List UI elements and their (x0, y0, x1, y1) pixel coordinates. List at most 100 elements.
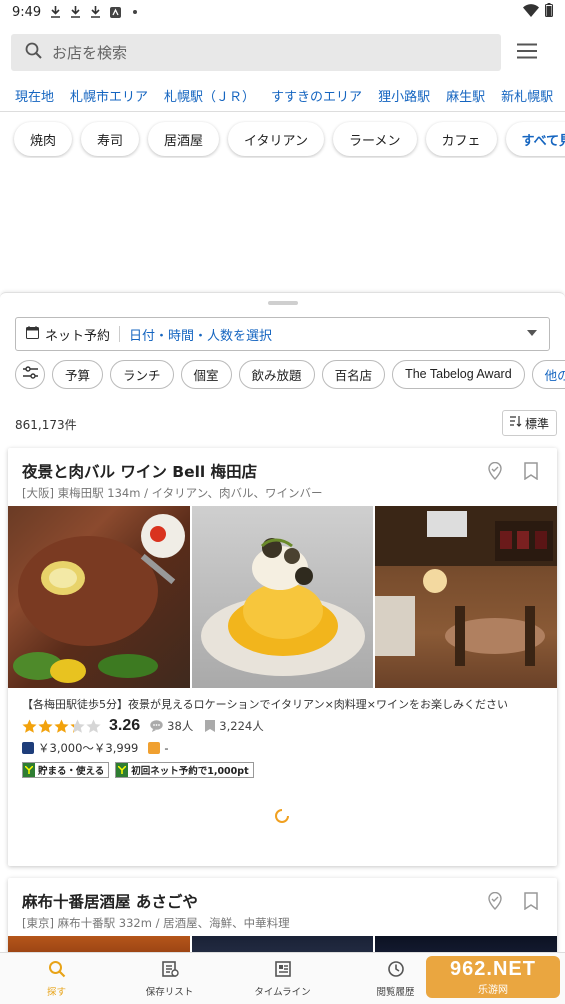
reservation-selector[interactable]: ネット予約 日付・時間・人数を選択 (15, 317, 550, 351)
filter-chip-lunch[interactable]: ランチ (110, 359, 174, 389)
points-icon (116, 763, 129, 777)
search-input[interactable]: お店を検索 (11, 34, 501, 71)
lunch-price: - (164, 741, 169, 755)
nav-history-label: 閲覧履歴 (376, 986, 415, 998)
restaurant-name[interactable]: 夜景と肉バル ワイン Bell 梅田店 (22, 460, 257, 482)
nav-saved-list[interactable]: 保存リスト (113, 953, 226, 1004)
reservation-label: ネット予約 (45, 328, 111, 344)
search-icon (25, 42, 42, 63)
star-icon (70, 719, 85, 733)
nav-search[interactable]: 探す (0, 953, 113, 1004)
filter-chip-hyakumeiten[interactable]: 百名店 (321, 359, 386, 389)
results-sheet: ネット予約 日付・時間・人数を選択 予算 ランチ 個室 飲み放題 百名店 The… (0, 292, 565, 968)
points-tag: 貯まる・使える (22, 762, 110, 778)
reservation-select-text: 日付・時間・人数を選択 (129, 328, 273, 344)
filter-chips: 予算 ランチ 個室 飲み放題 百名店 The Tabelog Award 他の検… (15, 359, 565, 389)
saved-count: 3,224人 (219, 719, 264, 733)
restaurant-photos[interactable] (8, 506, 558, 688)
filter-chip-tabelog-award[interactable]: The Tabelog Award (392, 359, 525, 389)
restaurant-card[interactable]: 夜景と肉バル ワイン Bell 梅田店 [大阪] 東梅田駅 134m / イタリ… (8, 448, 558, 866)
hamburger-icon (517, 43, 537, 63)
lunch-icon (148, 742, 161, 754)
search-icon (48, 960, 66, 981)
area-links: 現在地 札幌市エリア 札幌駅（ＪＲ） すすきのエリア 狸小路駅 麻生駅 新札幌駅 (0, 80, 565, 112)
went-pin-icon[interactable] (486, 461, 504, 480)
dot-icon (129, 6, 141, 18)
watermark-logo: 962.NET 乐游网 (426, 956, 560, 998)
saved-list-icon (161, 960, 179, 981)
area-link-sapporo-city[interactable]: 札幌市エリア (70, 86, 148, 105)
first-booking-tag: 初回ネット予約で1,000pt (115, 762, 254, 778)
photo-interior[interactable] (375, 506, 558, 688)
star-icon (22, 719, 37, 733)
watermark-line1: 962.NET (450, 958, 536, 980)
saved-count-icon (205, 717, 216, 736)
bookmark-icon[interactable] (523, 892, 539, 911)
timeline-icon (274, 960, 292, 981)
nav-timeline-label: タイムライン (254, 986, 311, 998)
restaurant-meta: [東京] 麻布十番駅 332m / 居酒屋、海鮮、中華料理 (22, 916, 290, 930)
dinner-icon (22, 742, 34, 754)
calendar-icon (26, 325, 39, 343)
area-link-shin-sapporo[interactable]: 新札幌駅 (501, 86, 553, 105)
area-link-tanukikoji[interactable]: 狸小路駅 (378, 86, 430, 105)
area-link-susukino[interactable]: すすきのエリア (271, 86, 362, 105)
dinner-price: ￥3,000～￥3,999 (38, 741, 139, 755)
area-link-current[interactable]: 現在地 (15, 86, 54, 105)
sort-label: 標準 (524, 416, 549, 431)
rating-row: 3.26 38人 3,224人 (22, 716, 276, 736)
photo-steak[interactable] (8, 506, 190, 688)
genre-chip-italian[interactable]: イタリアン (228, 122, 325, 156)
genre-chip-izakaya[interactable]: 居酒屋 (148, 122, 220, 156)
filter-settings-button[interactable] (15, 359, 45, 389)
points-icon (23, 763, 35, 777)
photo-risotto[interactable] (191, 506, 374, 688)
watermark-line2: 乐游网 (478, 985, 508, 996)
genre-chip-ramen[interactable]: ラーメン (333, 122, 417, 156)
area-link-sapporo-station[interactable]: 札幌駅（ＪＲ） (164, 86, 255, 105)
sliders-icon (22, 366, 38, 382)
comment-icon (150, 717, 163, 736)
search-placeholder: お店を検索 (52, 44, 128, 62)
filter-chip-private-room[interactable]: 個室 (180, 359, 232, 389)
sort-icon (509, 416, 522, 430)
download-icon (89, 6, 101, 18)
history-icon (387, 960, 405, 981)
review-count: 38人 (167, 719, 194, 733)
app-icon (109, 6, 121, 18)
bookmark-icon[interactable] (523, 462, 539, 481)
status-bar: 9:49 (0, 0, 565, 24)
rating-stars (22, 719, 101, 734)
filter-chip-budget[interactable]: 予算 (52, 359, 104, 389)
tag-row: 貯まる・使える 初回ネット予約で1,000pt (22, 762, 254, 778)
restaurant-meta: [大阪] 東梅田駅 134m / イタリアン、肉バル、ワインバー (22, 486, 323, 500)
download-icon (69, 6, 81, 18)
nav-saved-list-label: 保存リスト (145, 986, 194, 998)
divider (119, 326, 121, 342)
went-pin-icon[interactable] (486, 891, 504, 910)
genre-chips: 焼肉 寿司 居酒屋 イタリアン ラーメン カフェ すべて見る (0, 120, 565, 158)
points-tag-label: 貯まる・使える (38, 766, 105, 777)
genre-chip-sushi[interactable]: 寿司 (81, 122, 140, 156)
first-booking-tag-label: 初回ネット予約で1,000pt (131, 766, 249, 777)
restaurant-name[interactable]: 麻布十番居酒屋 あさごや (22, 890, 198, 912)
filter-chip-all-you-can-drink[interactable]: 飲み放題 (238, 359, 315, 389)
star-icon (38, 719, 53, 733)
area-link-asabu[interactable]: 麻生駅 (446, 86, 485, 105)
status-time: 9:49 (12, 4, 42, 20)
dropdown-arrow-icon (527, 330, 537, 336)
filter-chip-other-search[interactable]: 他の検索 (531, 359, 565, 389)
genre-chip-yakiniku[interactable]: 焼肉 (14, 122, 73, 156)
sort-button[interactable]: 標準 (502, 410, 557, 436)
genre-chip-cafe[interactable]: カフェ (425, 122, 497, 156)
sheet-drag-handle[interactable] (268, 301, 298, 305)
star-icon (86, 719, 101, 733)
result-count: 861,173件 (15, 418, 77, 432)
loading-spinner-icon (274, 808, 290, 824)
menu-button[interactable] (512, 38, 542, 68)
genre-see-all-button[interactable]: すべて見る (505, 122, 565, 156)
download-icon (49, 6, 61, 18)
nav-timeline[interactable]: タイムライン (226, 953, 339, 1004)
star-icon (54, 719, 69, 733)
nav-search-label: 探す (46, 986, 66, 998)
